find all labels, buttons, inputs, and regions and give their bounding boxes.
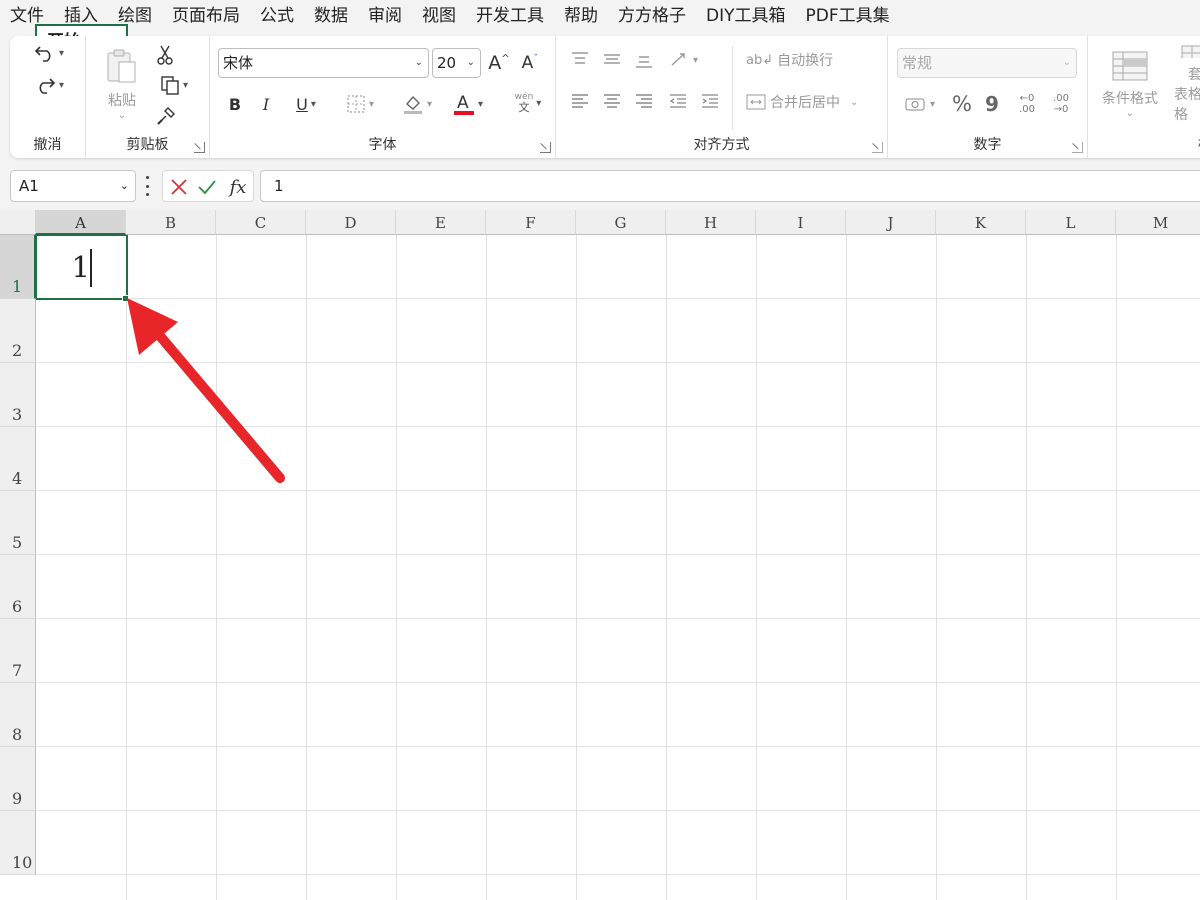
arrow-shaft	[155, 331, 285, 483]
annotation-arrow	[127, 298, 285, 483]
